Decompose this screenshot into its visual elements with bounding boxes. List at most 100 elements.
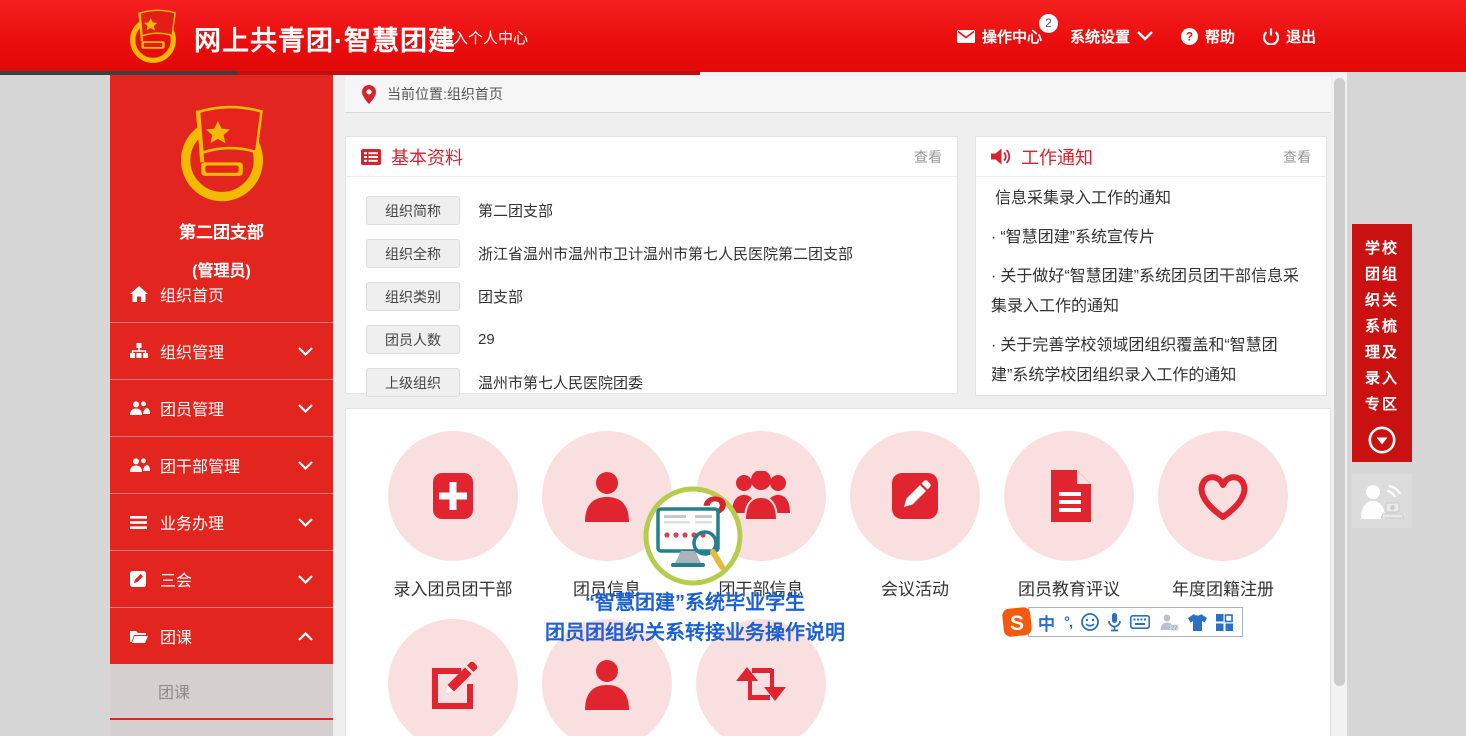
- sidebar-item-meetings[interactable]: 三会: [110, 550, 333, 607]
- notice-item[interactable]: 信息采集录入工作的通知: [991, 184, 1311, 214]
- logout-button[interactable]: 退出: [1263, 26, 1316, 47]
- basic-info-view-link[interactable]: 查看: [914, 147, 942, 167]
- edit-square-icon: [427, 658, 479, 710]
- action-meetings[interactable]: 会议活动: [838, 431, 992, 600]
- field-value: 温州市第七人民医院团委: [478, 372, 643, 393]
- chevron-down-icon: [298, 404, 313, 413]
- field-row-org-type: 组织类别 团支部: [366, 275, 937, 318]
- action-center-button[interactable]: 操作中心 2: [957, 26, 1042, 47]
- basic-info-header: 基本资料 查看: [346, 137, 957, 177]
- scrollbar-thumb[interactable]: [1334, 78, 1345, 686]
- chevron-down-icon: [298, 461, 313, 470]
- transfer-icon: [734, 659, 788, 709]
- sidebar-item-label: 组织管理: [160, 339, 224, 363]
- action-circle: [1158, 431, 1288, 561]
- chevron-down-icon: [298, 575, 313, 584]
- ime-toolbox-icon[interactable]: [1216, 614, 1233, 631]
- help-button[interactable]: ? 帮助: [1181, 26, 1235, 47]
- notice-item[interactable]: ·关于完善学校领域团组织覆盖和“智慧团建”系统学校团组织录入工作的通知: [991, 331, 1311, 391]
- sidebar-item-label: 业务办理: [160, 510, 224, 534]
- banner-line: 专区: [1352, 392, 1412, 418]
- notice-item[interactable]: ·关于做好“智慧团建”系统团员团干部信息采集录入工作的通知: [991, 262, 1311, 322]
- notice-text: 关于完善学校领域团组织覆盖和“智慧团建”系统学校团组织录入工作的通知: [991, 337, 1278, 384]
- field-label: 组织全称: [366, 239, 460, 268]
- school-zone-banner[interactable]: 学校 团组 织关 系梳 理及 录入 专区: [1352, 224, 1412, 462]
- notice-text: 信息采集录入工作的通知: [995, 190, 1171, 207]
- help-label: 帮助: [1205, 26, 1235, 47]
- league-emblem-large: [170, 98, 274, 208]
- sidebar-submenu-filler: [110, 720, 333, 736]
- sidebar-item-org-home[interactable]: 组织首页: [110, 265, 333, 322]
- person-broadcast-icon: [1360, 483, 1404, 519]
- user-icon: [582, 470, 632, 522]
- sogou-logo-icon[interactable]: S: [1001, 606, 1033, 638]
- work-notice-header: 工作通知 查看: [976, 137, 1326, 177]
- basic-info-panel: 基本资料 查看 组织简称 第二团支部 组织全称 浙江省温州市温州市卫计温州市第七…: [345, 136, 958, 394]
- action-education-review[interactable]: 团员教育评议: [992, 431, 1146, 600]
- action-label: 年度团籍注册: [1172, 575, 1274, 600]
- online-consult-button[interactable]: [1352, 474, 1412, 528]
- folder-icon: [130, 627, 150, 645]
- notice-list: 信息采集录入工作的通知 ·“智慧团建”系统宣传片 ·关于做好“智慧团建”系统团员…: [976, 177, 1326, 396]
- power-icon: [1263, 28, 1279, 45]
- sidebar-item-cadre-management[interactable]: 团干部管理: [110, 436, 333, 493]
- sidebar-subitem-league-class[interactable]: 团课: [110, 664, 333, 720]
- action-row2-edit[interactable]: [376, 619, 530, 736]
- ime-skin-icon[interactable]: [1188, 614, 1207, 631]
- promo-illustration[interactable]: ?: [643, 485, 743, 587]
- ime-chinese-mode-icon[interactable]: 中: [1038, 610, 1055, 635]
- envelope-icon: [957, 30, 975, 43]
- action-annual-registration[interactable]: 年度团籍注册: [1146, 431, 1300, 600]
- sidebar-item-business[interactable]: 业务办理: [110, 493, 333, 550]
- quick-actions-panel: 录入团员团干部 团员信息: [345, 408, 1331, 736]
- work-notice-view-link[interactable]: 查看: [1283, 147, 1311, 167]
- notice-text: “智慧团建”系统宣传片: [1000, 229, 1155, 246]
- field-label: 团员人数: [366, 325, 460, 354]
- system-settings-button[interactable]: 系统设置: [1070, 26, 1153, 47]
- banner-line: 系梳: [1352, 314, 1412, 340]
- action-enter-members[interactable]: 录入团员团干部: [376, 431, 530, 600]
- logout-label: 退出: [1286, 26, 1316, 47]
- sidebar-item-member-management[interactable]: 团员管理: [110, 379, 333, 436]
- notice-item[interactable]: ·“智慧团建”系统宣传片: [991, 223, 1311, 253]
- sidebar-item-org-management[interactable]: 组织管理: [110, 322, 333, 379]
- banner-line: 团组: [1352, 262, 1412, 288]
- circle-down-icon: [1368, 426, 1396, 454]
- action-label: 录入团员团干部: [394, 575, 513, 600]
- chevron-up-icon: [298, 632, 313, 641]
- promo-text-link[interactable]: “智慧团建”系统毕业学生 团员团组织关系转接业务操作说明: [545, 588, 845, 648]
- svg-text:?: ?: [1186, 31, 1193, 43]
- promo-line-2: 团员团组织关系转接业务操作说明: [545, 618, 845, 648]
- ime-keyboard-icon[interactable]: [1130, 615, 1150, 629]
- league-emblem-logo: [124, 5, 182, 67]
- svg-text:S: S: [1010, 612, 1024, 635]
- field-label: 组织简称: [366, 196, 460, 225]
- app-title: 网上共青团·智慧团建: [194, 19, 456, 58]
- org-name: 第二团支部: [110, 218, 333, 243]
- sitemap-icon: [130, 342, 150, 360]
- ime-microphone-icon[interactable]: [1108, 613, 1121, 632]
- promo-line-1: “智慧团建”系统毕业学生: [545, 588, 845, 618]
- ime-emoji-icon[interactable]: [1081, 613, 1099, 631]
- ime-punctuation-icon[interactable]: °,: [1064, 614, 1072, 631]
- field-value: 浙江省温州市温州市卫计温州市第七人民医院第二团支部: [478, 243, 853, 264]
- sidebar-item-league-class[interactable]: 团课: [110, 607, 333, 664]
- header-nav: 操作中心 2 系统设置 ? 帮助 退出: [957, 0, 1316, 72]
- field-value: 团支部: [478, 286, 523, 307]
- svg-text:22: 22: [1171, 625, 1177, 631]
- pencil-square-icon: [130, 570, 150, 588]
- header-strip-red: [237, 71, 700, 75]
- ime-user-count-icon[interactable]: 22: [1159, 614, 1179, 631]
- banner-line: 理及: [1352, 340, 1412, 366]
- list-card-icon: [361, 149, 381, 165]
- speaker-icon: [991, 148, 1011, 165]
- quick-actions-row-1: 录入团员团干部 团员信息: [376, 431, 1300, 600]
- banner-line: 学校: [1352, 236, 1412, 262]
- action-circle: [388, 619, 518, 736]
- map-pin-icon: [362, 85, 376, 104]
- pencil-badge-icon: [890, 471, 940, 521]
- personal-center-link[interactable]: 进入个人中心: [438, 27, 528, 48]
- action-circle: [388, 431, 518, 561]
- action-center-label: 操作中心: [982, 26, 1042, 47]
- basic-info-title: 基本资料: [391, 144, 463, 170]
